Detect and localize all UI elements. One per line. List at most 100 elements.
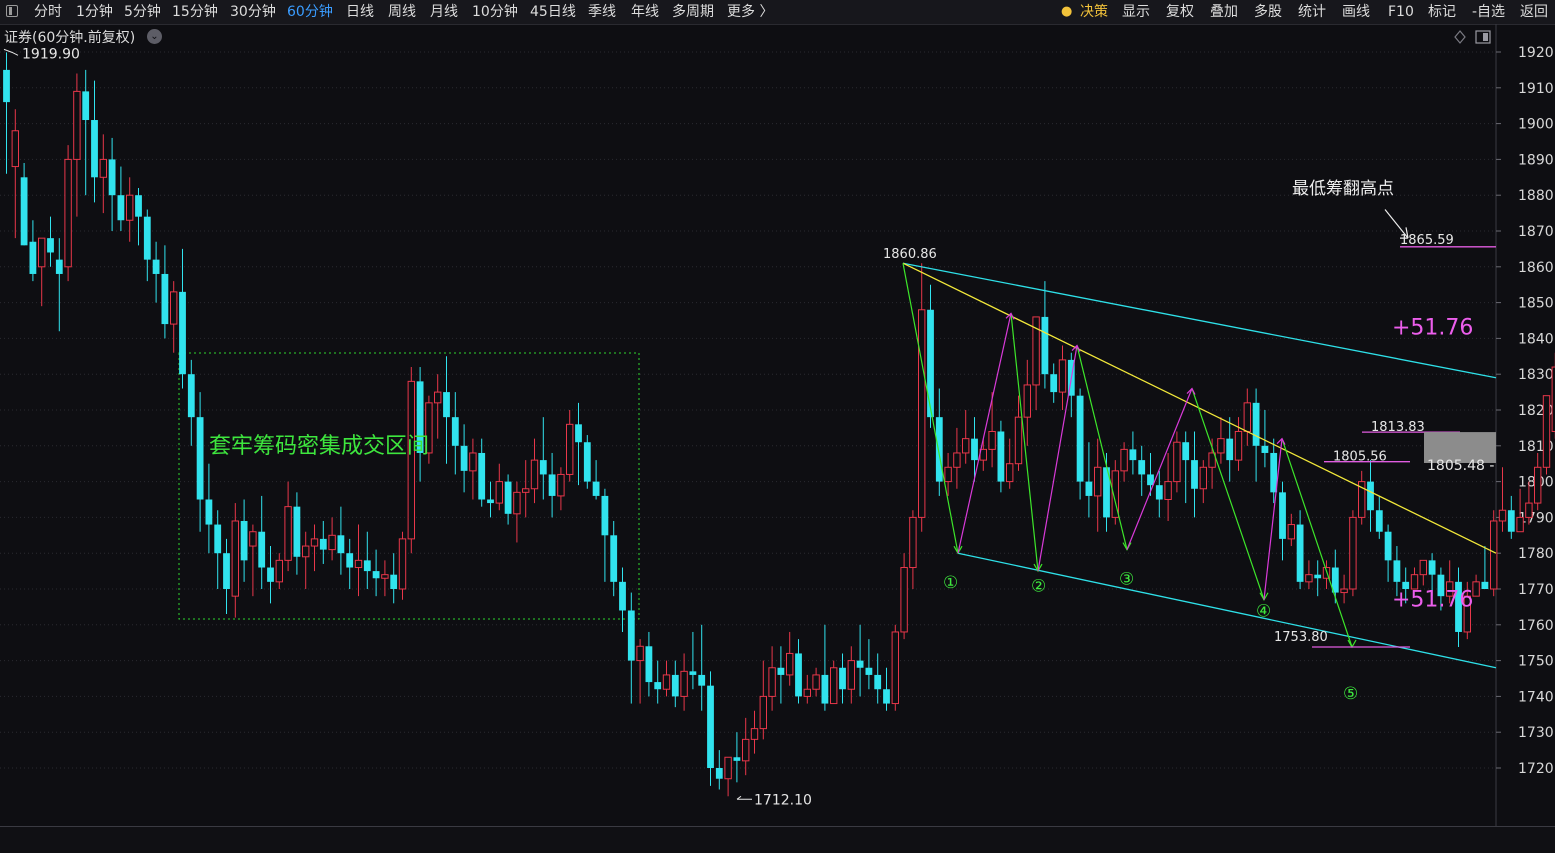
candle-body[interactable] (434, 391, 442, 404)
candle-body[interactable] (143, 216, 151, 260)
candle-body[interactable] (1340, 588, 1348, 594)
candle-body[interactable] (1164, 481, 1172, 501)
candle-body[interactable] (328, 534, 336, 551)
candle-body[interactable] (715, 768, 723, 779)
candle-body[interactable] (619, 581, 626, 611)
panel-toggle-icon[interactable] (1475, 30, 1491, 44)
candle-body[interactable] (29, 241, 37, 274)
sidebar-toggle-icon[interactable] (6, 5, 18, 17)
candle-body[interactable] (381, 574, 389, 579)
candle-body[interactable] (750, 728, 759, 740)
candle-body[interactable] (214, 524, 222, 554)
candle-body[interactable] (557, 473, 565, 497)
candle-body[interactable] (310, 538, 319, 547)
candle-body[interactable] (883, 689, 890, 704)
candle-body[interactable] (742, 738, 750, 762)
candle-body[interactable] (47, 238, 54, 253)
candle-body[interactable] (1252, 402, 1260, 446)
candle-body[interactable] (610, 535, 618, 582)
candle-body[interactable] (407, 380, 416, 540)
candle-body[interactable] (1498, 509, 1507, 522)
candle-body[interactable] (918, 309, 926, 518)
candle-body[interactable] (1428, 560, 1436, 575)
candle-body[interactable] (1138, 460, 1146, 475)
candle-body[interactable] (1041, 316, 1049, 375)
candle-body[interactable] (135, 195, 142, 217)
candle-body[interactable] (522, 488, 530, 493)
toolbar-right-item-0[interactable]: 决策 (1080, 0, 1108, 24)
candle-body[interactable] (1094, 466, 1102, 497)
candle-body[interactable] (91, 120, 98, 178)
candle-body[interactable] (82, 91, 90, 121)
candle-body[interactable] (654, 682, 662, 690)
toolbar-right-item-1[interactable]: 显示 (1122, 0, 1150, 24)
candle-body[interactable] (337, 535, 345, 554)
candle-body[interactable] (487, 499, 494, 504)
candle-body[interactable] (900, 567, 908, 633)
period-tab-14[interactable]: 更多 〉 (727, 0, 773, 24)
period-tab-5[interactable]: 60分钟 (287, 0, 333, 24)
candle-body[interactable] (179, 291, 186, 375)
candle-body[interactable] (249, 531, 257, 547)
candle-body[interactable] (451, 417, 459, 446)
candle-body[interactable] (187, 374, 195, 418)
period-tab-2[interactable]: 5分钟 (124, 0, 161, 24)
candle-body[interactable] (267, 567, 274, 582)
candle-body[interactable] (627, 610, 635, 661)
candle-body[interactable] (1375, 510, 1383, 532)
candle-body[interactable] (55, 259, 63, 274)
candle-body[interactable] (3, 69, 10, 103)
candle-body[interactable] (346, 553, 354, 568)
candle-body[interactable] (1191, 460, 1198, 489)
candle-body[interactable] (768, 667, 776, 697)
candle-body[interactable] (1279, 492, 1286, 539)
candle-body[interactable] (1014, 416, 1023, 465)
candle-body[interactable] (1023, 384, 1031, 418)
candle-body[interactable] (1525, 502, 1533, 518)
candle-body[interactable] (1314, 574, 1322, 579)
candle-body[interactable] (566, 423, 574, 475)
candle-body[interactable] (997, 431, 1005, 482)
candle-body[interactable] (258, 531, 266, 568)
candle-body[interactable] (513, 491, 521, 515)
candle-body[interactable] (1481, 581, 1489, 589)
candle-body[interactable] (1261, 445, 1269, 453)
candle-body[interactable] (671, 674, 679, 697)
toolbar-right-item-9[interactable]: -自选 (1472, 0, 1505, 24)
candle-body[interactable] (1507, 510, 1515, 532)
candle-body[interactable] (390, 574, 398, 589)
candle-body[interactable] (1393, 560, 1401, 582)
period-tab-1[interactable]: 1分钟 (76, 0, 113, 24)
candle-body[interactable] (1058, 359, 1067, 393)
candle-body[interactable] (1155, 485, 1163, 500)
candle-body[interactable] (293, 506, 301, 557)
candle-body[interactable] (1287, 524, 1295, 540)
period-tab-8[interactable]: 月线 (430, 0, 458, 24)
candle-body[interactable] (689, 671, 697, 675)
candle-body[interactable] (575, 424, 582, 443)
candle-body[interactable] (1120, 448, 1128, 472)
candle-body[interactable] (821, 674, 829, 704)
candle-body[interactable] (927, 309, 934, 418)
candle-body[interactable] (724, 756, 732, 780)
candle-body[interactable] (1076, 395, 1084, 482)
candle-body[interactable] (539, 460, 547, 475)
candle-body[interactable] (38, 237, 46, 268)
candle-body[interactable] (223, 553, 230, 589)
candle-body[interactable] (469, 452, 477, 472)
toolbar-right-item-5[interactable]: 统计 (1298, 0, 1326, 24)
candle-body[interactable] (108, 159, 116, 196)
candle-body[interactable] (1384, 531, 1392, 561)
period-tab-12[interactable]: 年线 (631, 0, 659, 24)
candle-body[interactable] (856, 660, 864, 668)
candle-body[interactable] (1006, 463, 1014, 483)
candle-body[interactable] (1129, 449, 1137, 461)
candle-body[interactable] (935, 417, 943, 482)
period-tab-13[interactable]: 多周期 (672, 0, 714, 24)
toolbar-right-item-8[interactable]: 标记 (1428, 0, 1456, 24)
candle-body[interactable] (1367, 481, 1374, 511)
candle-body[interactable] (284, 506, 292, 561)
candle-body[interactable] (1173, 441, 1181, 483)
candle-body[interactable] (170, 291, 178, 325)
candle-body[interactable] (759, 695, 767, 730)
